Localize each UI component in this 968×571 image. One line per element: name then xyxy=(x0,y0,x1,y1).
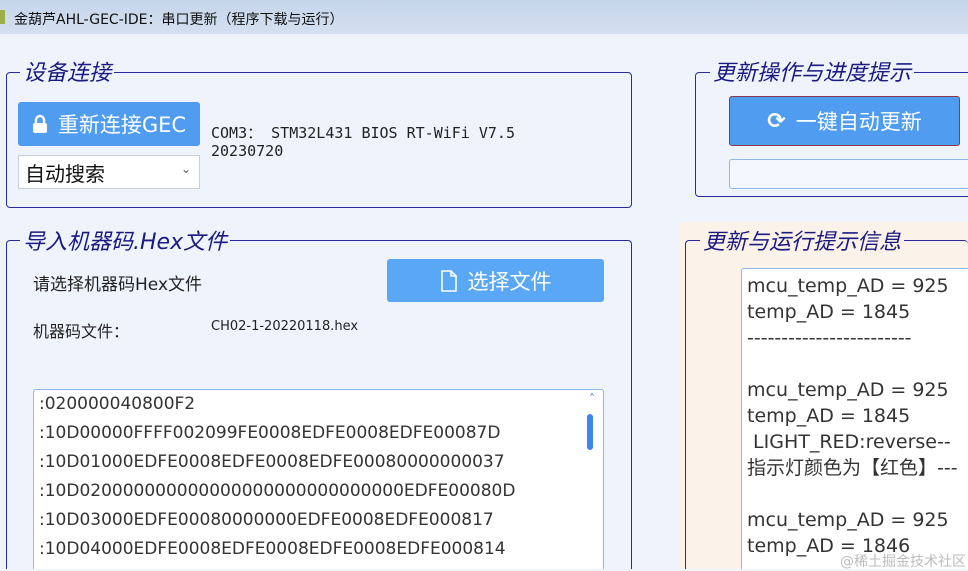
hex-line: :10D01000EDFE0008EDFE0008EDFE00080000000… xyxy=(39,452,505,472)
hex-content-textarea[interactable]: :020000040800F2 :10D00000FFFF002099FE000… xyxy=(33,389,604,569)
scrollbar-thumb[interactable] xyxy=(587,414,593,450)
auto-update-label: 一键自动更新 xyxy=(795,110,922,134)
log-line: temp_AD = 1845 xyxy=(747,405,911,427)
hex-line: :10D04000EDFE0008EDFE0008EDFE0008EDFE000… xyxy=(39,539,506,559)
update-legend: 更新操作与进度提示 xyxy=(710,55,915,87)
hex-line: :020000040800F2 xyxy=(39,394,196,414)
log-line: temp_AD = 1845 xyxy=(747,301,911,323)
log-line: mcu_temp_AD = 925 xyxy=(747,509,949,531)
device-connect-legend: 设备连接 xyxy=(20,55,115,87)
log-legend: 更新与运行提示信息 xyxy=(700,224,905,256)
port-select-value: 自动搜索 xyxy=(25,161,105,186)
lock-icon xyxy=(32,114,47,133)
log-textarea[interactable]: mcu_temp_AD = 925 temp_AD = 1845 -------… xyxy=(741,268,968,569)
log-line: mcu_temp_AD = 925 xyxy=(747,379,949,401)
hex-prompt: 请选择机器码Hex文件 xyxy=(33,275,203,295)
file-name: CH02-1-20220118.hex xyxy=(211,319,359,334)
hex-line: :10D020000000000000000000000000000EDFE00… xyxy=(39,481,516,501)
hex-line: :10D00000FFFF002099FE0008EDFE0008EDFE000… xyxy=(39,423,501,443)
hex-import-legend: 导入机器码.Hex文件 xyxy=(20,224,231,256)
auto-update-button[interactable]: ⟳ 一键自动更新 xyxy=(729,96,960,146)
window-title: 金葫芦AHL-GEC-IDE：串口更新（程序下载与运行） xyxy=(14,12,344,28)
reconnect-gec-button[interactable]: 重新连接GEC xyxy=(18,102,200,146)
title-bar: 金葫芦AHL-GEC-IDE：串口更新（程序下载与运行） xyxy=(0,0,968,34)
device-status-line2: 20230720 xyxy=(211,142,284,160)
file-icon xyxy=(440,269,457,292)
reconnect-gec-label: 重新连接GEC xyxy=(57,113,187,137)
app-icon xyxy=(0,10,5,24)
log-line: 指示灯颜色为【红色】--- xyxy=(747,457,958,479)
choose-file-label: 选择文件 xyxy=(467,269,552,294)
log-line: mcu_temp_AD = 925 xyxy=(747,275,949,297)
log-line: temp_AD = 1846 xyxy=(747,535,911,557)
update-progress-bar xyxy=(729,159,968,189)
log-line: ------------------------ xyxy=(747,327,912,349)
log-line: LIGHT_RED:reverse-- xyxy=(747,431,951,453)
choose-file-button[interactable]: 选择文件 xyxy=(387,259,604,302)
port-select[interactable]: 自动搜索 ⌄ xyxy=(18,155,200,189)
hex-line: :10D03000EDFE00080000000EDFE0008EDFE0008… xyxy=(39,510,494,530)
device-status-line1: COM3： STM32L431 BIOS RT-WiFi V7.5 xyxy=(211,124,515,142)
chevron-down-icon: ⌄ xyxy=(180,162,191,176)
file-label: 机器码文件： xyxy=(33,322,130,341)
refresh-icon: ⟳ xyxy=(767,108,786,134)
scroll-up-icon[interactable]: ˄ xyxy=(589,392,595,406)
